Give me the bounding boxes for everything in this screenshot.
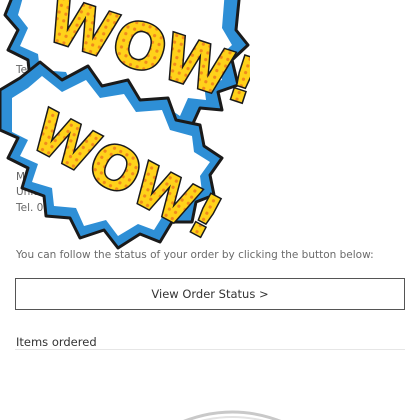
product-image — [183, 410, 282, 420]
order-confirmation-page: Un Te M Unite Tel. 0787 You can follow t… — [0, 0, 420, 420]
view-order-status-button[interactable]: View Order Status > — [15, 278, 405, 310]
items-ordered-heading: Items ordered — [16, 335, 97, 349]
wow-sticker: WOW! WOW! — [0, 0, 250, 254]
section-divider — [15, 349, 405, 350]
